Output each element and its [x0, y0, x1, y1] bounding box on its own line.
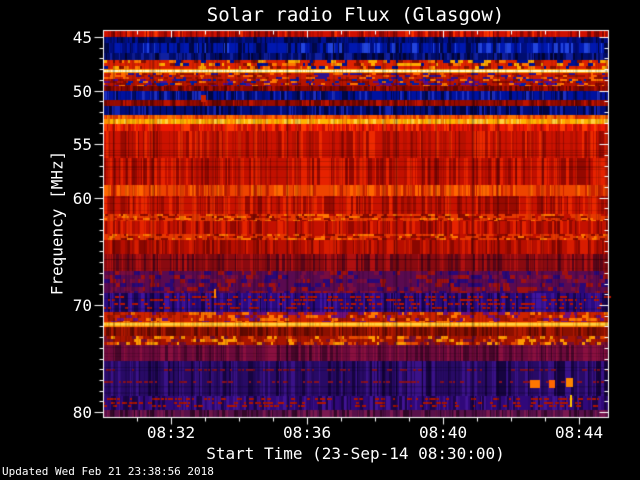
y-tick-label: 80 — [72, 403, 92, 423]
x-tick-label: 08:32 — [146, 423, 196, 442]
y-tick-label: 60 — [72, 188, 92, 208]
x-axis-title: Start Time (23-Sep-14 08:30:00) — [206, 444, 505, 463]
y-tick-label: 50 — [72, 81, 92, 101]
x-tick-label: 08:40 — [418, 423, 468, 442]
x-tick-label: 08:44 — [555, 423, 604, 442]
chart-title: Solar radio Flux (Glasgow) — [206, 4, 505, 26]
y-tick-label: 45 — [72, 27, 92, 47]
spectrogram-canvas — [0, 0, 640, 480]
y-tick-label: 70 — [72, 295, 92, 315]
y-tick-label: 55 — [72, 135, 92, 155]
x-tick-label: 08:36 — [282, 423, 332, 442]
y-axis-title: Frequency [MHz] — [47, 150, 67, 296]
updated-timestamp: Updated Wed Feb 21 23:38:56 2018 — [2, 465, 214, 478]
spectrogram-window: Solar radio Flux (Glasgow) Frequency [MH… — [0, 0, 640, 480]
